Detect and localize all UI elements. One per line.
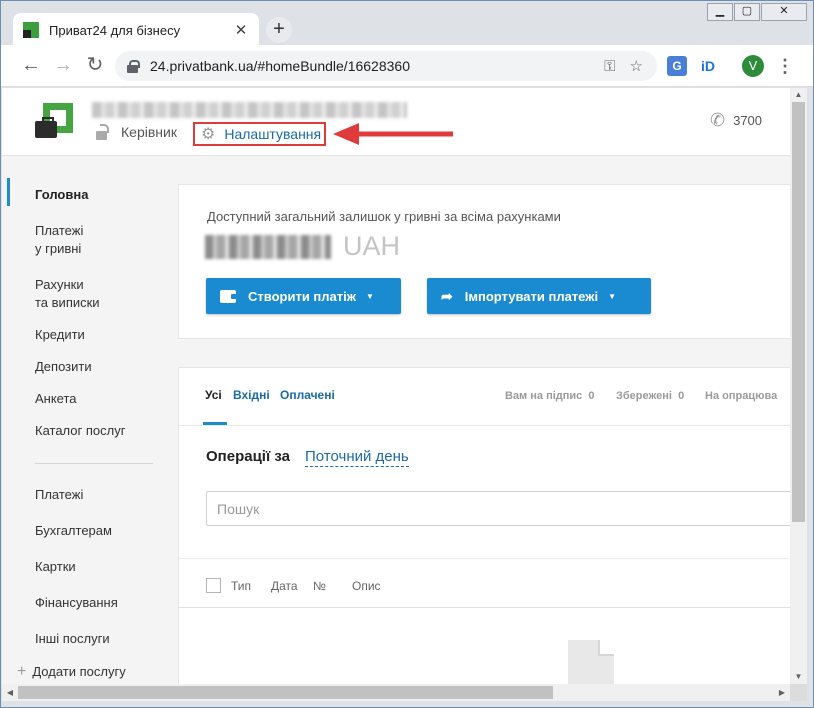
balance-amount-redacted (205, 235, 331, 259)
bookmark-star-icon[interactable]: ☆ (630, 57, 643, 75)
tab-strip: Приват24 для бізнесу ✕ + ▁ ▢ ✕ (1, 1, 813, 47)
reload-button[interactable]: ↻ (83, 54, 107, 78)
filter-saved[interactable]: Збережені 0 (616, 390, 684, 402)
sidebar-item-cards[interactable]: Картки (35, 558, 76, 576)
operations-tabs: Усі Вхідні Оплачені Вам на підпис 0 Збер… (179, 368, 790, 426)
balance-currency: UAH (343, 231, 401, 261)
select-all-checkbox[interactable] (206, 578, 221, 593)
add-service-label: Додати послугу (32, 664, 126, 679)
operations-period-label: Операції за (206, 448, 290, 465)
horizontal-scroll-thumb[interactable] (18, 686, 553, 699)
create-payment-label: Створити платіж (248, 288, 356, 304)
user-role: Керівник (95, 124, 177, 140)
url-text[interactable]: 24.privatbank.ua/#homeBundle/16628360 (150, 58, 604, 74)
sidebar-item-accountants[interactable]: Бухгалтерам (35, 522, 112, 540)
sidebar-item-profile[interactable]: Анкета (35, 390, 77, 408)
balance-caption: Доступний загальний залишок у гривні за … (207, 209, 561, 224)
column-date[interactable]: Дата (271, 579, 298, 593)
sidebar-item-other-services[interactable]: Інші послуги (35, 630, 110, 648)
address-bar[interactable]: 24.privatbank.ua/#homeBundle/16628360 ⚿ … (115, 51, 657, 81)
search-input[interactable] (206, 491, 790, 526)
empty-document-icon (568, 640, 614, 684)
sidebar-item-home[interactable]: Головна (35, 186, 88, 204)
profile-avatar[interactable]: V (742, 55, 764, 77)
role-label: Керівник (121, 124, 177, 140)
privat24-business-logo[interactable] (35, 103, 73, 141)
scrollbar-corner (790, 684, 807, 701)
tab-incoming[interactable]: Вхідні (233, 388, 270, 402)
vertical-scrollbar[interactable]: ▲ ▼ (790, 88, 807, 684)
phone-icon: ✆ (710, 110, 726, 130)
sidebar-item-accounts[interactable]: Рахунки та виписки (35, 276, 100, 312)
period-selector[interactable]: Поточний день (305, 448, 409, 467)
import-payments-button[interactable]: ➦ Імпортувати платежі ▼ (427, 278, 651, 314)
sidebar-item-payments-uah[interactable]: Платежі у гривні (35, 222, 83, 258)
horizontal-scrollbar[interactable]: ◀ ▶ (2, 684, 790, 701)
column-type[interactable]: Тип (231, 579, 251, 593)
settings-label: Налаштування (224, 126, 322, 142)
wallet-icon (220, 289, 237, 303)
tab-close-icon[interactable]: ✕ (233, 21, 249, 39)
browser-toolbar: ← → ↻ 24.privatbank.ua/#homeBundle/16628… (1, 45, 813, 87)
gear-icon: ⚙ (201, 126, 216, 143)
minimize-button[interactable]: ▁ (707, 3, 733, 21)
maximize-button[interactable]: ▢ (734, 3, 760, 21)
privat24-favicon-icon (23, 22, 39, 38)
create-payment-button[interactable]: Створити платіж ▼ (206, 278, 401, 314)
balance-card: Доступний загальний залишок у гривні за … (178, 184, 790, 339)
filter-processing[interactable]: На опрацюва (705, 390, 777, 402)
browser-window: Приват24 для бізнесу ✕ + ▁ ▢ ✕ ← → ↻ 24.… (0, 0, 814, 708)
scroll-right-icon[interactable]: ▶ (774, 684, 790, 701)
tab-all[interactable]: Усі (205, 388, 222, 402)
vertical-scroll-thumb[interactable] (792, 102, 805, 522)
forward-button[interactable]: → (51, 54, 75, 78)
annotation-arrow (333, 123, 453, 145)
close-window-button[interactable]: ✕ (761, 3, 807, 21)
unlock-icon (95, 124, 111, 140)
tab-paid[interactable]: Оплачені (280, 388, 335, 402)
browser-menu-icon[interactable]: ⋮ (775, 55, 795, 77)
app-header: Керівник ⚙ Налаштування ✆ 3700 (2, 88, 790, 156)
share-arrow-icon: ➦ (441, 287, 453, 304)
add-service-link[interactable]: + Додати послугу (17, 663, 126, 681)
sidebar-item-catalog[interactable]: Каталог послуг (35, 422, 125, 440)
import-payments-label: Імпортувати платежі (464, 288, 599, 304)
sidebar-item-credits[interactable]: Кредити (35, 326, 85, 344)
sidebar-item-financing[interactable]: Фінансування (35, 594, 118, 612)
key-icon[interactable]: ⚿ (604, 58, 615, 75)
operations-table-header: Тип Дата № Опис (179, 558, 790, 608)
company-name-redacted (92, 102, 407, 118)
active-tab-underline (203, 422, 227, 425)
phone-number: 3700 (733, 113, 763, 128)
new-tab-button[interactable]: + (266, 17, 292, 43)
scroll-up-icon[interactable]: ▲ (790, 88, 807, 102)
translate-extension-icon[interactable]: G (667, 56, 687, 76)
support-phone[interactable]: ✆ 3700 (710, 110, 762, 131)
sidebar-item-deposits[interactable]: Депозити (35, 358, 92, 376)
tab-title: Приват24 для бізнесу (49, 22, 181, 38)
column-description[interactable]: Опис (352, 579, 381, 593)
lock-icon[interactable] (127, 59, 140, 73)
operations-card: Усі Вхідні Оплачені Вам на підпис 0 Збер… (178, 367, 790, 684)
chevron-down-icon: ▼ (365, 291, 374, 301)
column-number[interactable]: № (313, 579, 326, 593)
settings-link[interactable]: ⚙ Налаштування (193, 122, 326, 146)
plus-icon: + (17, 663, 27, 680)
sidebar-nav: Головна Платежі у гривні Рахунки та випи… (2, 156, 172, 684)
browser-tab[interactable]: Приват24 для бізнесу ✕ (13, 13, 259, 47)
page-viewport: Керівник ⚙ Налаштування ✆ 3700 Головна П… (2, 88, 790, 684)
sidebar-divider (35, 463, 153, 464)
scroll-down-icon[interactable]: ▼ (790, 670, 807, 684)
sidebar-active-indicator (7, 178, 10, 206)
scroll-left-icon[interactable]: ◀ (2, 684, 18, 701)
id-extension-icon[interactable]: iD (698, 56, 718, 76)
back-button[interactable]: ← (19, 54, 43, 78)
filter-to-sign[interactable]: Вам на підпис 0 (505, 390, 595, 402)
chevron-down-icon: ▼ (608, 291, 616, 301)
sidebar-item-payments[interactable]: Платежі (35, 486, 83, 504)
